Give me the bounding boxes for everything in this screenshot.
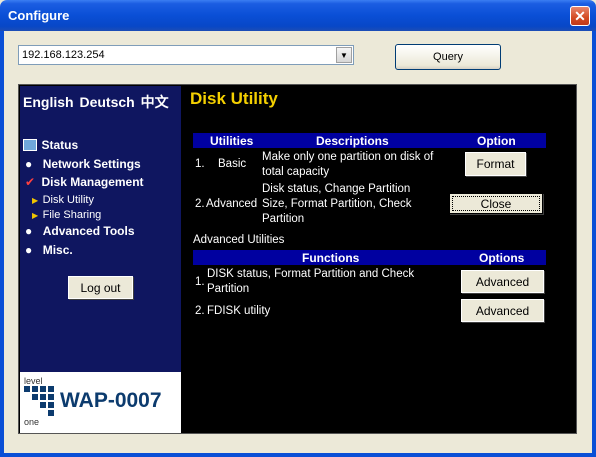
nav-advanced-tools-label: Advanced Tools xyxy=(42,224,135,238)
function-description: DISK status, Format Partition and Check … xyxy=(207,268,415,295)
language-chinese[interactable]: 中文 xyxy=(141,94,169,110)
checkmark-icon: ✔ xyxy=(25,175,36,189)
header-descriptions: Descriptions xyxy=(316,134,389,148)
window-frame-right xyxy=(592,31,596,457)
logo-level-text: level xyxy=(24,376,43,386)
nav-status-label: Status xyxy=(41,138,79,152)
window-titlebar xyxy=(0,0,596,31)
utility-description: Disk status, Change Partition Size, Form… xyxy=(262,183,412,225)
row-number: 1. xyxy=(195,158,205,170)
window-title: Configure xyxy=(8,8,70,23)
language-selector: English Deutsch 中文 xyxy=(23,92,169,112)
close-icon: ✕ xyxy=(574,7,586,24)
nav-disk-management-label: Disk Management xyxy=(41,175,144,189)
nav-advanced-tools[interactable]: ● Advanced Tools xyxy=(25,222,135,240)
dropdown-arrow-icon[interactable]: ▼ xyxy=(336,47,352,63)
logo-model-text: WAP-0007 xyxy=(60,389,162,412)
row-number: 2. xyxy=(195,305,205,317)
nav-network-settings[interactable]: ● Network Settings xyxy=(25,155,141,173)
header-options: Options xyxy=(479,251,525,265)
advanced-button-fdisk[interactable]: Advanced xyxy=(461,299,544,322)
query-button[interactable]: Query xyxy=(395,44,501,70)
address-value: 192.168.123.254 xyxy=(22,49,105,61)
nav-status[interactable]: Status xyxy=(23,136,78,154)
close-window-button[interactable]: ✕ xyxy=(570,6,590,26)
row-number: 2. xyxy=(195,198,205,210)
nav-misc[interactable]: ● Misc. xyxy=(25,241,73,259)
advanced-utilities-label: Advanced Utilities xyxy=(193,234,285,246)
logo-one-text: one xyxy=(24,417,40,427)
language-english[interactable]: English xyxy=(23,94,74,110)
nav-misc-label: Misc. xyxy=(42,243,73,257)
monitor-icon xyxy=(23,138,37,151)
bullet-icon: ● xyxy=(25,243,33,257)
window-frame-left xyxy=(0,31,4,457)
close-button[interactable]: Close xyxy=(449,193,543,214)
address-combobox[interactable]: 192.168.123.254 ▼ xyxy=(18,45,354,65)
utility-description: Make only one partition on disk of total… xyxy=(262,151,434,178)
header-functions: Functions xyxy=(302,251,360,265)
nav-file-sharing-label: File Sharing xyxy=(42,209,102,221)
nav-file-sharing[interactable]: ▶ File Sharing xyxy=(32,205,101,223)
utility-name: Advanced xyxy=(206,198,258,210)
nav-network-settings-label: Network Settings xyxy=(42,157,141,171)
bullet-icon: ● xyxy=(25,157,33,171)
function-description: FDISK utility xyxy=(207,305,271,317)
arrow-right-icon: ▶ xyxy=(32,211,39,220)
arrow-right-icon: ▶ xyxy=(32,196,39,205)
window-frame-bottom xyxy=(0,453,596,457)
utility-name: Basic xyxy=(218,158,247,170)
logo-grid-icon xyxy=(24,386,56,416)
header-utilities: Utilities xyxy=(210,134,254,148)
logout-button[interactable]: Log out xyxy=(68,276,133,299)
header-option: Option xyxy=(477,134,516,148)
format-button[interactable]: Format xyxy=(465,152,526,176)
nav-disk-management[interactable]: ✔ Disk Management xyxy=(25,173,144,191)
bullet-icon: ● xyxy=(25,224,33,238)
language-deutsch[interactable]: Deutsch xyxy=(79,94,134,110)
advanced-button-disk-status[interactable]: Advanced xyxy=(461,270,544,293)
row-number: 1. xyxy=(195,276,205,288)
page-title: Disk Utility xyxy=(190,89,278,108)
